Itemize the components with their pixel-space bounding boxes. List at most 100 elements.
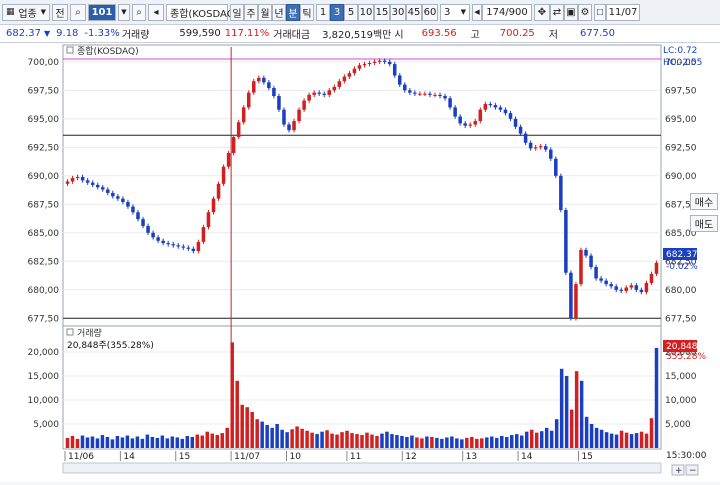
candle-body — [176, 245, 181, 247]
gear-icon: ⚙ — [580, 6, 590, 18]
volume-bar — [639, 431, 644, 448]
prev-page-button[interactable]: ◀ — [472, 3, 482, 21]
volume-ratio: 117.11% — [224, 28, 270, 39]
volume-bar — [200, 435, 205, 448]
candle-body — [538, 146, 543, 148]
candle-body — [206, 212, 211, 228]
candle-body — [70, 178, 75, 182]
candle-body — [166, 243, 170, 245]
chart-area[interactable]: 700,00 697,50 695,00 692,50 690,00 687,50 685,… — [0, 43, 720, 482]
period-day[interactable]: 일 — [230, 3, 244, 21]
code-input[interactable]: 101 — [88, 3, 116, 21]
volume-bar — [614, 434, 619, 448]
candle-body — [624, 287, 629, 291]
sound-button[interactable]: ◂ — [148, 3, 164, 21]
volume-bar — [265, 424, 269, 448]
volume-tick-label: 20,000 — [28, 348, 60, 358]
volume-bar — [609, 433, 614, 448]
candle-body — [458, 116, 462, 124]
count-field[interactable]: 174/900 — [482, 3, 532, 21]
volume-bar — [280, 429, 284, 448]
down-arrow-icon: ▼ — [44, 29, 51, 38]
period-minute[interactable]: 분 — [286, 3, 300, 21]
candle-body — [171, 244, 175, 246]
volume-bar — [475, 438, 479, 448]
market-select[interactable]: ▦ 업종 ▼ — [2, 3, 50, 21]
candle-body — [216, 183, 221, 199]
index-name-field[interactable]: 종합(KOSDAQ) — [166, 3, 239, 21]
candle-body — [236, 122, 241, 138]
candle-body — [111, 192, 115, 197]
buy-button[interactable]: 매수 — [690, 193, 718, 210]
sell-button[interactable]: 매도 — [690, 215, 718, 232]
volume-bar — [110, 439, 115, 448]
time-label: 14 — [123, 452, 135, 462]
interval-15[interactable]: 15 — [374, 3, 390, 21]
volume-bar — [554, 419, 559, 448]
volume-bar — [285, 432, 289, 448]
period-week[interactable]: 주 — [244, 3, 258, 21]
volume-bar — [250, 412, 254, 448]
candle-body — [80, 176, 85, 181]
save-button[interactable]: ▣ — [564, 3, 578, 21]
price-tick-label: 700,00 — [28, 58, 60, 68]
volume-bar — [205, 431, 210, 448]
low-label: 저 — [548, 30, 558, 41]
volume-bar — [430, 436, 434, 448]
volume-bar — [559, 368, 564, 448]
interval-5[interactable]: 5 — [344, 3, 358, 21]
code-dropdown[interactable]: ▼ — [118, 3, 130, 21]
candle-body — [226, 153, 231, 167]
interval-select[interactable]: 3 ▼ — [440, 3, 470, 21]
interval-1[interactable]: 1 — [316, 3, 330, 21]
type-button[interactable]: 전 — [52, 3, 68, 21]
find-button[interactable]: ⌕ — [132, 3, 146, 21]
candle-body — [503, 109, 508, 114]
candle-body — [282, 109, 286, 125]
interval-45[interactable]: 45 — [406, 3, 422, 21]
chart-canvas[interactable]: 700,00 697,50 695,00 692,50 690,00 687,50 685,… — [0, 43, 720, 482]
hc-label: HC:-2.55 — [663, 58, 702, 68]
candle-body — [403, 84, 407, 91]
amount-label: 거래대금 — [273, 30, 311, 41]
candle-body — [241, 107, 246, 123]
chart-scrollbar[interactable] — [62, 462, 662, 474]
candle-body — [574, 284, 578, 319]
candle-body — [100, 187, 105, 190]
volume-bar — [544, 427, 549, 448]
candle-body — [614, 286, 618, 290]
price-tick-label: 687,50 — [28, 200, 60, 210]
candle-body — [377, 60, 382, 62]
crosshair-button[interactable]: ✥ — [534, 3, 550, 21]
date-checkbox[interactable]: ☐ — [594, 3, 606, 21]
volume-bar — [495, 437, 499, 448]
period-year[interactable]: 년 — [272, 3, 286, 21]
volume-bar — [604, 432, 609, 448]
candle-body — [347, 73, 352, 77]
period-tick[interactable]: 틱 — [300, 3, 314, 21]
interval-3[interactable]: 3 — [330, 3, 344, 21]
volume-bar — [440, 438, 444, 448]
candle-body — [463, 123, 467, 126]
compare-button[interactable]: ⇄ — [550, 3, 564, 21]
price-tick-label: 695,00 — [28, 115, 60, 125]
candle-body — [146, 225, 150, 233]
volume-bar — [579, 380, 584, 448]
volume-bar — [185, 436, 190, 448]
volume-legend: 20,848주(355.28%) — [67, 340, 154, 351]
code-search-button[interactable]: ⌕ — [70, 3, 86, 21]
interval-60[interactable]: 60 — [422, 3, 438, 21]
price-tick-label: 692,50 — [665, 143, 697, 153]
period-month[interactable]: 월 — [258, 3, 272, 21]
save-icon: ▣ — [566, 6, 576, 18]
interval-10[interactable]: 10 — [358, 3, 374, 21]
interval-30[interactable]: 30 — [390, 3, 406, 21]
time-label: 14 — [521, 452, 533, 462]
price-tick-label: 677,50 — [665, 314, 697, 324]
panel-collapse-box[interactable] — [66, 46, 74, 54]
settings-button[interactable]: ⚙ — [578, 3, 592, 21]
candle-body — [443, 96, 447, 99]
date-field[interactable]: 11/07 — [606, 3, 640, 21]
volume-panel-collapse-box[interactable] — [66, 328, 74, 336]
candle-body — [478, 109, 483, 122]
